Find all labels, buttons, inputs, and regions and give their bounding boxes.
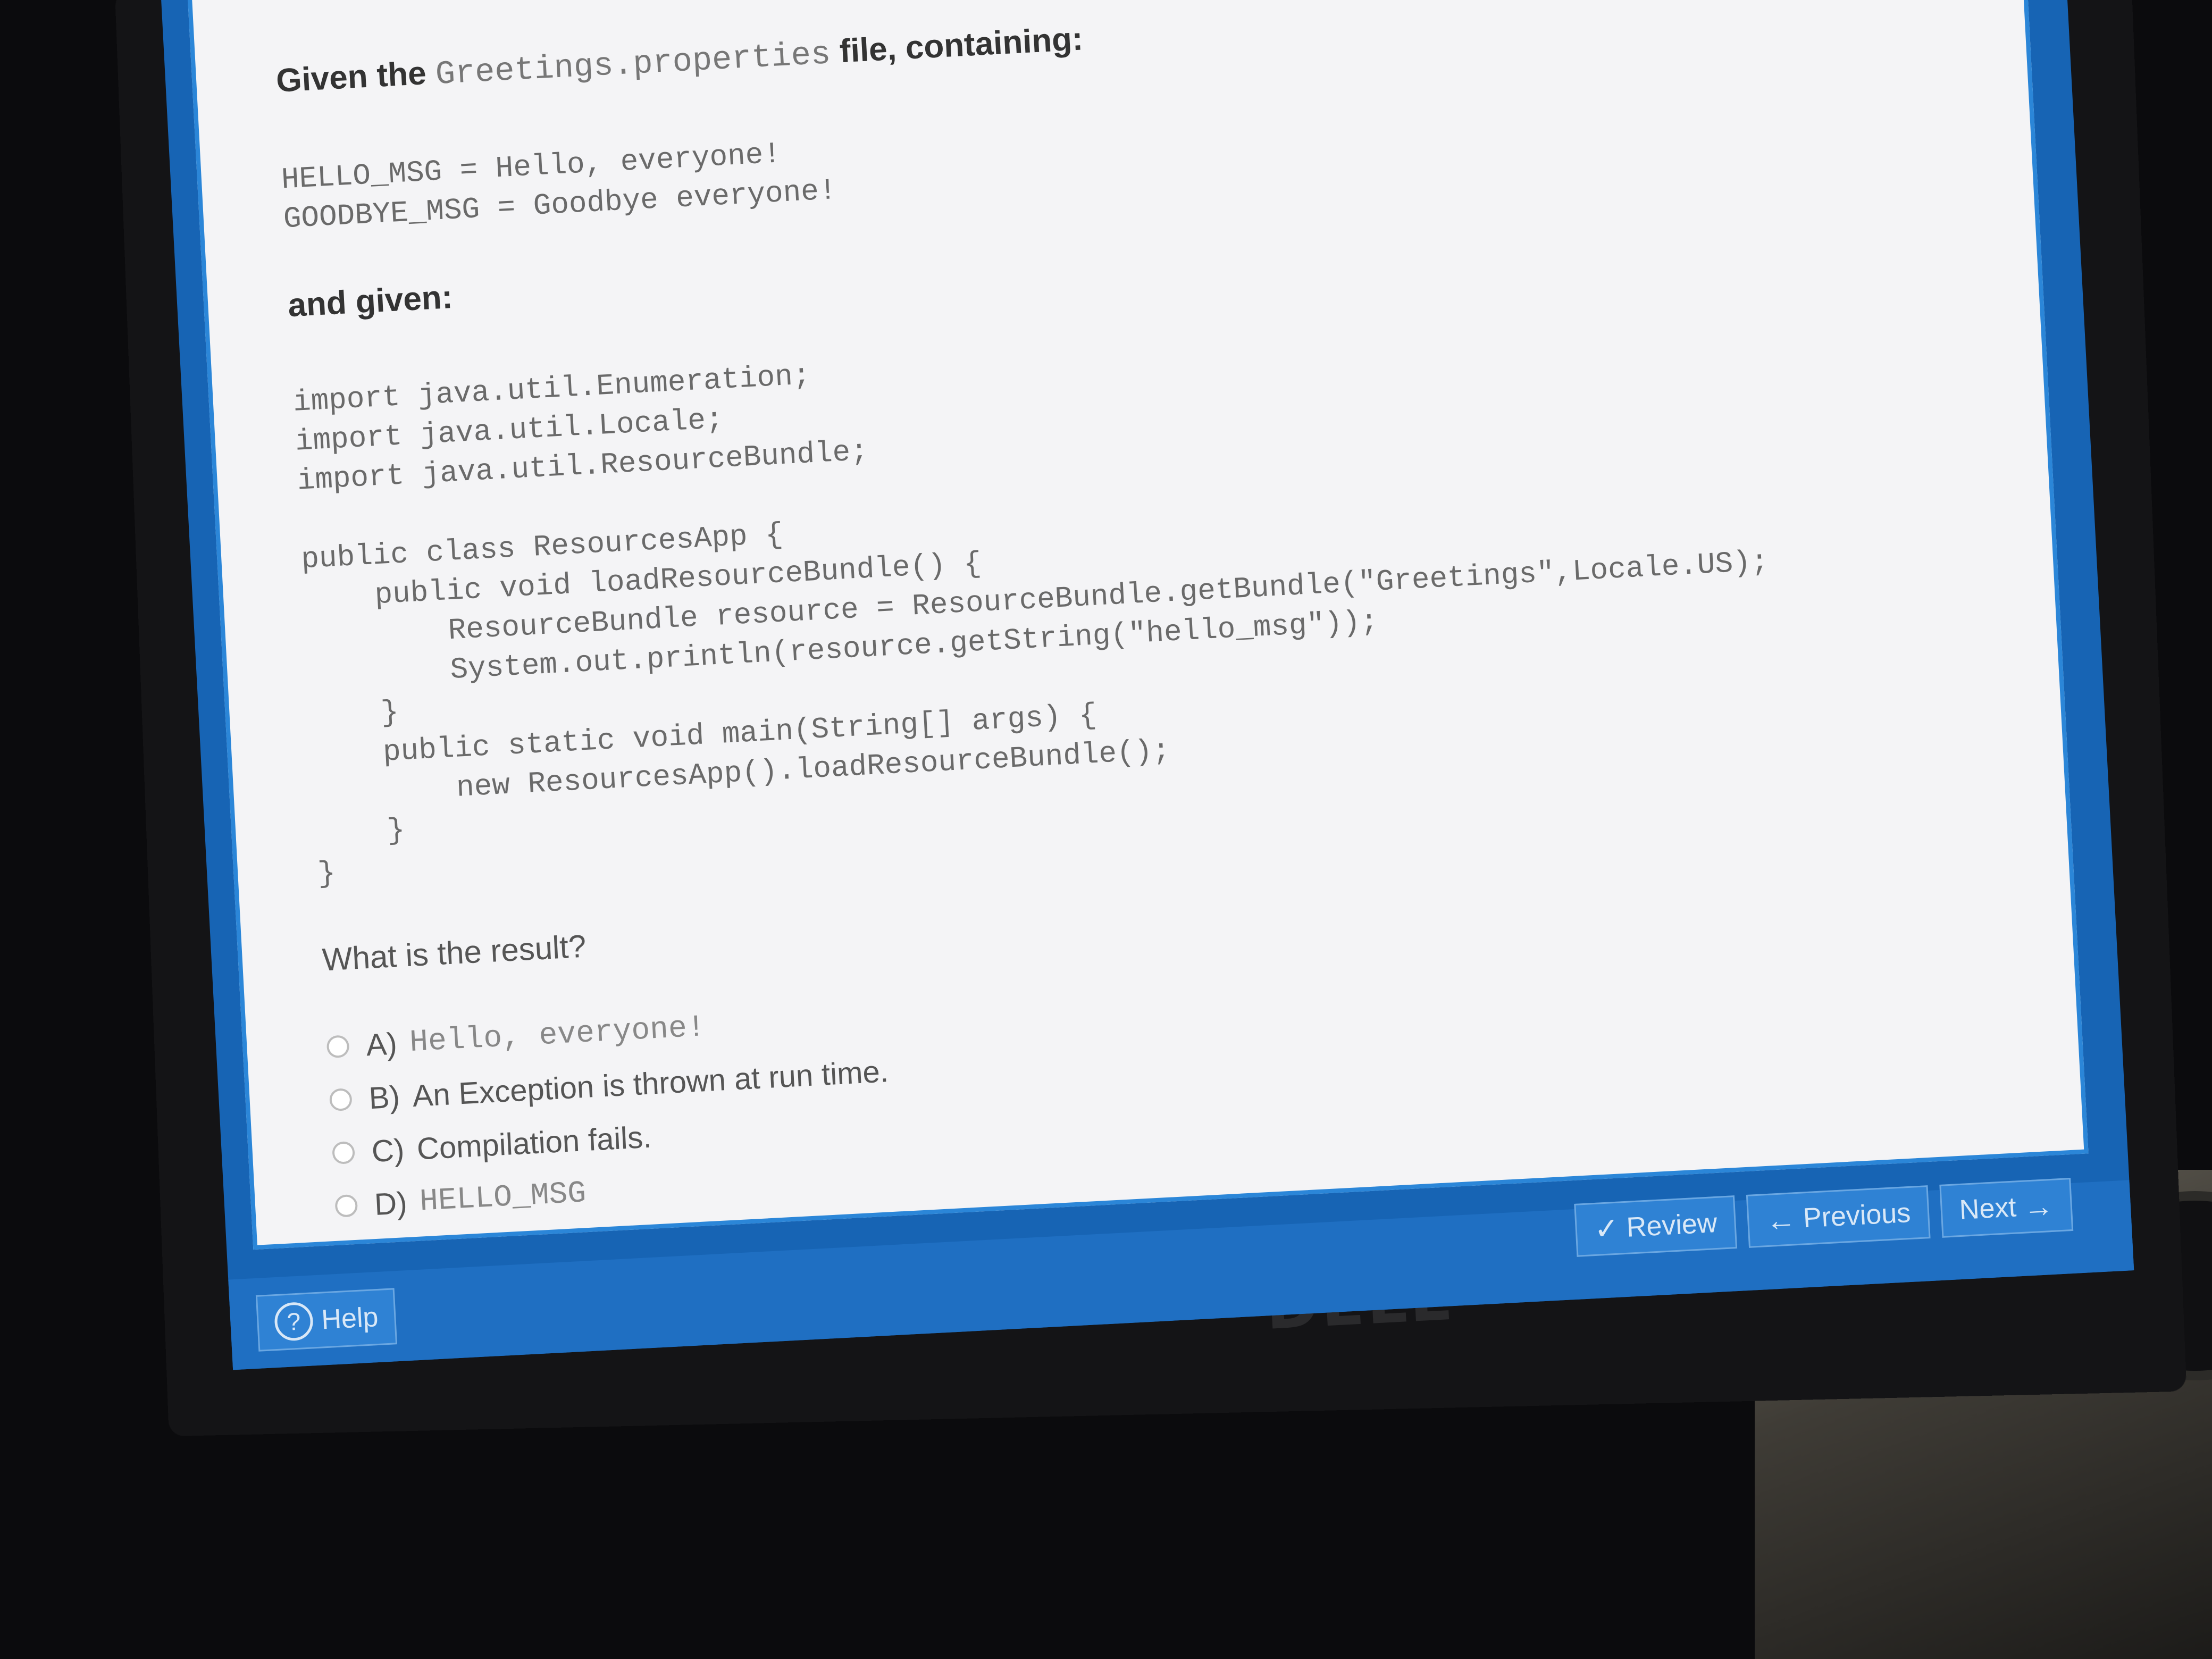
next-button[interactable]: Next → xyxy=(1939,1178,2074,1238)
exam-window: Given the Greetings.properties file, con… xyxy=(160,0,2134,1370)
arrow-left-icon: ← xyxy=(1765,1202,1797,1237)
review-label: Review xyxy=(1626,1207,1718,1243)
radio-button[interactable] xyxy=(329,1088,353,1112)
option-text: HELLO_MSG xyxy=(418,1176,587,1220)
option-key: B) xyxy=(368,1079,401,1116)
java-code-block: import java.util.Enumeration; import jav… xyxy=(292,358,1770,891)
option-key: D) xyxy=(373,1185,408,1222)
radio-button[interactable] xyxy=(332,1141,356,1165)
radio-button[interactable] xyxy=(334,1194,358,1218)
next-label: Next xyxy=(1958,1192,2017,1226)
help-label: Help xyxy=(320,1301,379,1336)
question-content: Given the Greetings.properties file, con… xyxy=(275,0,2009,1233)
option-key: A) xyxy=(365,1026,398,1062)
option-key: C) xyxy=(371,1132,405,1169)
previous-button[interactable]: ← Previous xyxy=(1746,1185,1931,1248)
review-button[interactable]: ✓ Review xyxy=(1574,1195,1737,1257)
arrow-right-icon: → xyxy=(2023,1188,2055,1224)
checkmark-icon: ✓ xyxy=(1593,1211,1620,1246)
prompt-prefix: Given the xyxy=(275,55,428,99)
answer-options: A) Hello, everyone! B) An Exception is t… xyxy=(325,933,2009,1233)
help-button[interactable]: ? Help xyxy=(255,1288,398,1352)
option-text: Compilation fails. xyxy=(416,1119,652,1167)
prompt-filename: Greetings.properties xyxy=(434,35,832,94)
previous-label: Previous xyxy=(1802,1197,1912,1234)
question-panel: Given the Greetings.properties file, con… xyxy=(187,0,2089,1250)
prompt-suffix: file, containing: xyxy=(839,20,1084,70)
option-text: Hello, everyone! xyxy=(408,1010,707,1060)
nav-buttons: ✓ Review ← Previous Next → xyxy=(1574,1178,2074,1257)
help-icon: ? xyxy=(273,1301,314,1342)
radio-button[interactable] xyxy=(326,1035,350,1059)
